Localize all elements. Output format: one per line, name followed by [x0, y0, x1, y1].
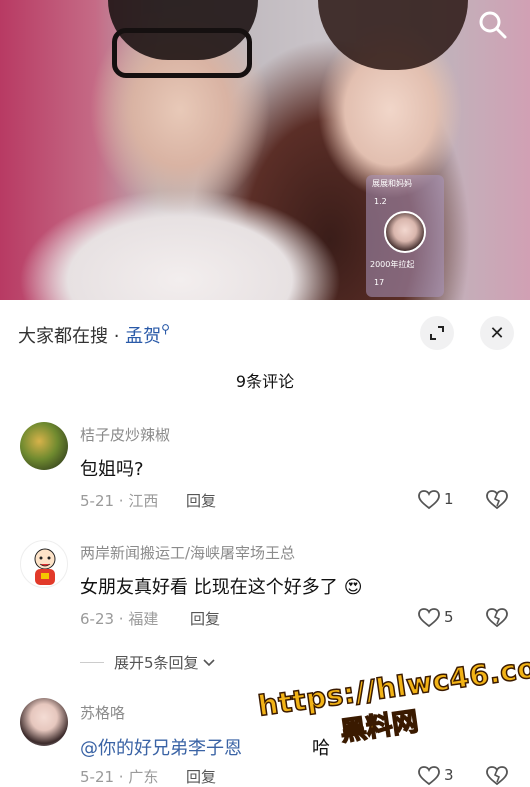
close-icon: ✕	[489, 322, 505, 344]
heart-eyes-emoji: 😍	[343, 577, 363, 598]
overlay-card-title: 展展和妈妈	[372, 179, 412, 188]
comment-meta: 5-21 · 江西	[80, 492, 159, 510]
comment-username[interactable]: 两岸新闻搬运工/海峡屠宰场王总	[80, 542, 295, 563]
divider	[80, 662, 104, 663]
close-button[interactable]: ✕	[480, 316, 514, 350]
reply-button[interactable]: 回复	[190, 608, 220, 629]
hot-search-bar[interactable]: 大家都在搜 · 孟贺⚲	[18, 322, 170, 348]
expand-sheet-button[interactable]	[420, 316, 454, 350]
like-count: 5	[444, 608, 454, 626]
like-count: 3	[444, 766, 454, 784]
comment-text: 包姐吗?	[80, 459, 144, 480]
overlay-card-count: 1.2	[374, 197, 387, 206]
expand-replies-label: 展开5条回复	[114, 654, 199, 672]
comment-text-body: 女朋友真好看 比现在这个好多了	[80, 577, 338, 598]
like-count: 1	[444, 490, 454, 508]
avatar[interactable]	[20, 698, 68, 746]
broken-heart-icon[interactable]	[486, 490, 508, 510]
video-figure-hair-right	[318, 0, 468, 70]
cartoon-avatar-icon	[34, 548, 56, 585]
video-player[interactable]: 展展和妈妈 1.2 2000年拉起 17	[0, 0, 530, 300]
comment-meta: 6-23 · 福建	[80, 610, 159, 628]
chevron-down-icon	[202, 658, 215, 666]
hot-search-keyword[interactable]: 孟贺	[125, 326, 161, 347]
comment-username[interactable]: 桔子皮炒辣椒	[80, 424, 170, 445]
heart-icon[interactable]	[418, 766, 440, 786]
mention-link[interactable]: @你的好兄弟李子恩	[80, 738, 242, 759]
broken-heart-icon[interactable]	[486, 766, 508, 786]
comment-count: 9条评论	[235, 372, 295, 391]
small-search-icon: ⚲	[161, 322, 170, 336]
hot-search-prefix: 大家都在搜 ·	[18, 326, 126, 347]
video-figure-glasses	[112, 28, 252, 78]
comment-text: 女朋友真好看 比现在这个好多了 😍	[80, 573, 363, 599]
reply-button[interactable]: 回复	[186, 490, 216, 511]
video-overlay-card: 展展和妈妈 1.2 2000年拉起 17	[366, 175, 444, 297]
overlay-card-caption: 2000年拉起	[370, 260, 415, 269]
heart-icon[interactable]	[418, 608, 440, 628]
avatar[interactable]	[20, 422, 68, 470]
expand-replies-button[interactable]: 展开5条回复	[80, 652, 215, 673]
broken-heart-icon[interactable]	[486, 608, 508, 628]
heart-icon[interactable]	[418, 490, 440, 510]
overlay-card-avatar	[384, 211, 426, 253]
avatar[interactable]	[20, 540, 68, 588]
comment-username[interactable]: 苏格咯	[80, 702, 125, 723]
expand-icon	[430, 326, 444, 340]
search-icon[interactable]	[478, 10, 508, 40]
overlay-card-count-2: 17	[374, 278, 385, 287]
